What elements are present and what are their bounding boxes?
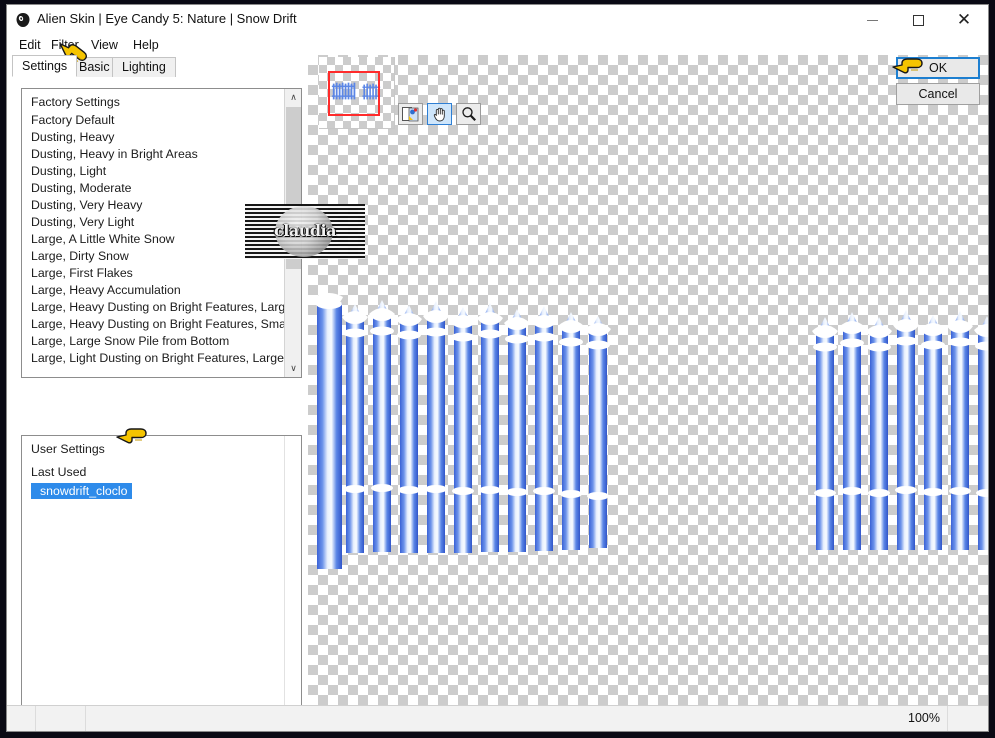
factory-settings-header: Factory Settings	[31, 95, 120, 109]
list-item[interactable]: Large, Heavy Dusting on Bright Features,…	[22, 299, 284, 316]
list-item[interactable]: Large, Light Dusting on Bright Features,…	[22, 350, 284, 367]
fence-image-right	[812, 310, 988, 550]
hand-pan-button[interactable]	[427, 103, 452, 125]
status-divider-1	[35, 706, 36, 731]
claudia-watermark: claudia	[245, 204, 365, 259]
cancel-button[interactable]: Cancel	[896, 83, 980, 105]
list-item-last-used[interactable]: Last Used	[22, 464, 284, 481]
maximize-button[interactable]	[895, 5, 941, 35]
zoom-level-label: 100%	[908, 711, 940, 725]
list-item[interactable]: Factory Default	[22, 112, 284, 129]
snow-drift-dialog: Alien Skin | Eye Candy 5: Nature | Snow …	[6, 4, 989, 732]
user-settings-box: User Settings Last Used snowdrift_cloclo	[21, 435, 302, 723]
preset-button-row: Save Manage	[7, 731, 307, 732]
list-item[interactable]: Large, First Flakes	[22, 265, 284, 282]
list-item[interactable]: Dusting, Heavy	[22, 129, 284, 146]
close-icon: ✕	[956, 9, 972, 30]
tab-lighting[interactable]: Lighting	[112, 57, 176, 77]
menu-help[interactable]: Help	[129, 37, 163, 53]
menu-view[interactable]: View	[87, 37, 122, 53]
navigator-thumbnail[interactable]	[319, 57, 395, 129]
compare-preview-icon	[402, 106, 419, 121]
settings-panel: Settings Basic Lighting Factory Settings…	[7, 55, 307, 723]
scroll-down-icon[interactable]: ∨	[285, 360, 302, 377]
alien-skin-icon	[16, 13, 30, 27]
watermark-text: claudia	[274, 221, 336, 240]
status-divider-2	[85, 706, 86, 731]
zoom-magnifier-icon	[461, 107, 476, 121]
menu-edit[interactable]: Edit	[15, 37, 45, 53]
user-settings-list[interactable]: User Settings Last Used snowdrift_cloclo	[22, 436, 284, 500]
list-item-snowdrift-cloclo[interactable]: snowdrift_cloclo	[31, 483, 133, 499]
hand-pan-icon	[433, 107, 445, 122]
hand-cursor-ok-button	[892, 58, 923, 74]
preview-pane[interactable]: OK Cancel	[308, 55, 988, 717]
scroll-up-icon[interactable]: ∧	[285, 89, 302, 106]
titlebar: Alien Skin | Eye Candy 5: Nature | Snow …	[7, 5, 988, 35]
status-divider-3	[947, 706, 948, 731]
tab-settings[interactable]: Settings	[12, 55, 78, 77]
statusbar: 100%	[7, 705, 988, 731]
list-item[interactable]: Large, Heavy Accumulation	[22, 282, 284, 299]
save-button[interactable]: Save	[63, 731, 145, 732]
compare-preview-button[interactable]	[398, 103, 423, 125]
minimize-button[interactable]	[849, 5, 895, 35]
user-settings-header: User Settings	[31, 442, 105, 456]
maximize-icon	[912, 14, 924, 26]
list-item[interactable]: Dusting, Heavy in Bright Areas	[22, 146, 284, 163]
navigator-viewport-rect[interactable]	[328, 71, 380, 116]
list-item[interactable]: Dusting, Moderate	[22, 180, 284, 197]
tabstrip: Settings Basic Lighting	[7, 55, 307, 77]
zoom-magnifier-button[interactable]	[456, 103, 481, 125]
menubar: Edit Filter View Help	[7, 35, 988, 55]
user-list-scrollbar[interactable]	[284, 436, 301, 722]
minimize-icon	[866, 19, 878, 21]
window-title: Alien Skin | Eye Candy 5: Nature | Snow …	[37, 11, 297, 26]
list-item[interactable]: Large, Large Snow Pile from Bottom	[22, 333, 284, 350]
hand-cursor-user-setting	[116, 428, 147, 444]
manage-button[interactable]: Manage	[181, 731, 263, 732]
close-button[interactable]: ✕	[941, 5, 987, 35]
list-item[interactable]: Dusting, Light	[22, 163, 284, 180]
list-item[interactable]: Large, Heavy Dusting on Bright Features,…	[22, 316, 284, 333]
fence-image-left	[315, 293, 611, 569]
